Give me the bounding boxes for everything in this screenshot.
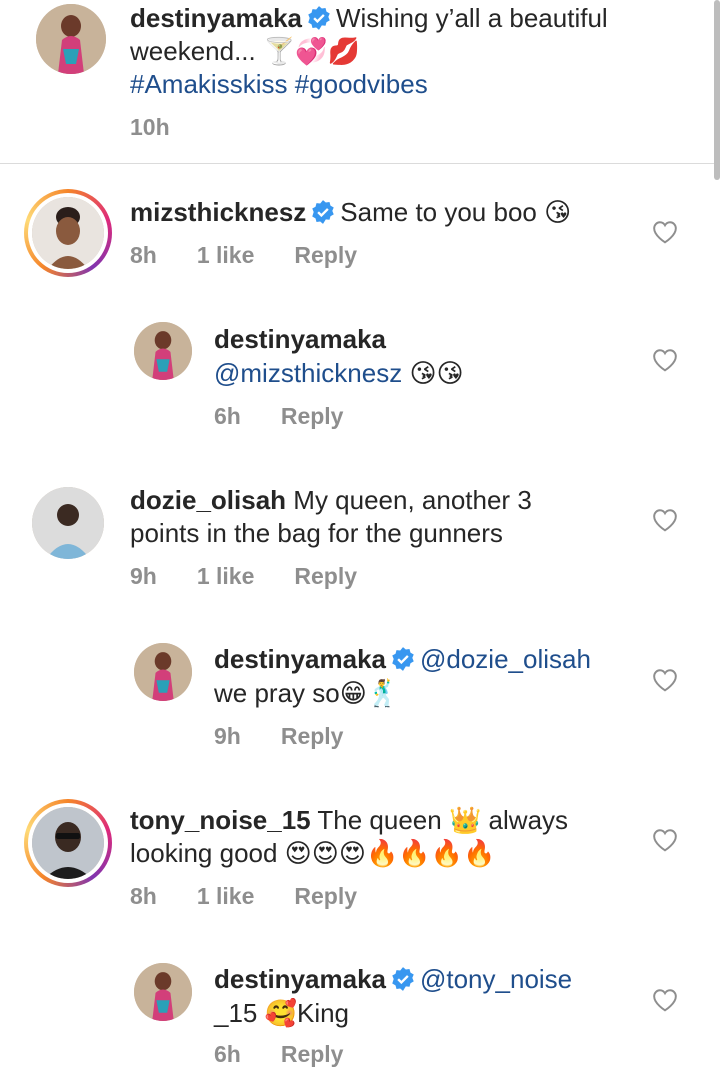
reply-button[interactable]: Reply — [281, 1041, 344, 1067]
reply-button[interactable]: Reply — [294, 883, 357, 909]
comment-text-line2: points in the bag for the gunners — [130, 518, 503, 548]
comment-text-line2: looking good 😍😍😍🔥🔥🔥🔥 — [130, 838, 496, 868]
heart-outline-icon[interactable] — [652, 668, 678, 692]
comment-time: 9h — [130, 563, 157, 589]
heart-outline-icon[interactable] — [652, 508, 678, 532]
comment-username[interactable]: mizsthicknesz — [130, 197, 306, 227]
reply-line1: destinyamaka @dozie_olisah — [214, 643, 591, 676]
comment-meta: 9h 1 like Reply — [130, 563, 397, 590]
reply-time: 6h — [214, 403, 241, 429]
caption-time: 10h — [130, 114, 170, 140]
reply-button[interactable]: Reply — [294, 563, 357, 589]
reply-time: 9h — [214, 723, 241, 749]
reply-avatar[interactable] — [134, 643, 192, 701]
caption-avatar[interactable] — [36, 4, 106, 74]
story-ring[interactable] — [24, 189, 112, 277]
commenter-avatar[interactable] — [32, 197, 104, 269]
reply-meta: 9h Reply — [214, 723, 383, 750]
reply-button[interactable]: Reply — [281, 723, 344, 749]
verified-badge-icon — [308, 6, 330, 30]
comment-time: 8h — [130, 883, 157, 909]
caption-username[interactable]: destinyamaka — [130, 3, 302, 33]
reply-button[interactable]: Reply — [281, 403, 344, 429]
reply-meta: 6h Reply — [214, 403, 383, 430]
heart-outline-icon[interactable] — [652, 988, 678, 1012]
comment-username[interactable]: tony_noise_15 — [130, 805, 311, 835]
story-ring[interactable] — [24, 799, 112, 887]
reply-avatar[interactable] — [134, 322, 192, 380]
comment-likes[interactable]: 1 like — [197, 883, 255, 909]
reply-username[interactable]: destinyamaka — [214, 964, 386, 994]
comment-meta: 8h 1 like Reply — [130, 242, 397, 269]
caption-text-line2: weekend... 🍸💞💋 — [130, 36, 361, 66]
reply-username[interactable]: destinyamaka — [214, 644, 386, 674]
reply-text: we pray so😁🕺 — [214, 678, 400, 708]
comment-likes[interactable]: 1 like — [197, 563, 255, 589]
heart-outline-icon[interactable] — [652, 220, 678, 244]
verified-badge-icon — [312, 200, 335, 224]
comment-meta: 8h 1 like Reply — [130, 883, 397, 910]
heart-outline-icon[interactable] — [652, 828, 678, 852]
caption-hashtags[interactable]: #Amakisskiss #goodvibes — [130, 68, 428, 101]
caption-divider — [0, 163, 720, 164]
reply-username: destinyamaka — [214, 324, 386, 354]
commenter-avatar[interactable] — [32, 807, 104, 879]
comment-text: My queen, another 3 — [293, 485, 532, 515]
comment-text: The queen 👑 always — [317, 805, 569, 835]
comment-username[interactable]: dozie_olisah — [130, 485, 286, 515]
comment-line1: mizsthicknesz Same to you boo 😘 — [130, 196, 571, 229]
commenter-avatar[interactable] — [32, 487, 104, 559]
reply-line1: destinyamaka @tony_noise — [214, 963, 572, 996]
caption-line1: destinyamaka Wishing y’all a beautiful — [130, 2, 608, 35]
comment-text: Same to you boo 😘 — [340, 197, 572, 227]
reply-mention[interactable]: @dozie_olisah — [420, 644, 591, 674]
comment-line1: tony_noise_15 The queen 👑 always — [130, 804, 568, 837]
reply-text: _15 🥰King — [214, 998, 350, 1028]
reply-button[interactable]: Reply — [294, 242, 357, 268]
scrollbar[interactable] — [714, 0, 720, 180]
reply-mention[interactable]: @tony_noise — [420, 964, 572, 994]
verified-badge-icon — [392, 647, 414, 671]
reply-text: 😘😘 — [409, 358, 464, 388]
reply-line2: @mizsthicknesz 😘😘 — [214, 357, 464, 390]
comment-likes[interactable]: 1 like — [197, 242, 255, 268]
caption-text-line1: Wishing y’all a beautiful — [335, 3, 608, 33]
reply-time: 6h — [214, 1041, 241, 1067]
reply-mention[interactable]: @mizsthicknesz — [214, 358, 402, 388]
heart-outline-icon[interactable] — [652, 348, 678, 372]
reply-avatar[interactable] — [134, 963, 192, 1021]
verified-badge-icon — [392, 967, 414, 991]
comment-time: 8h — [130, 242, 157, 268]
comment-line1: dozie_olisah My queen, another 3 — [130, 484, 532, 517]
